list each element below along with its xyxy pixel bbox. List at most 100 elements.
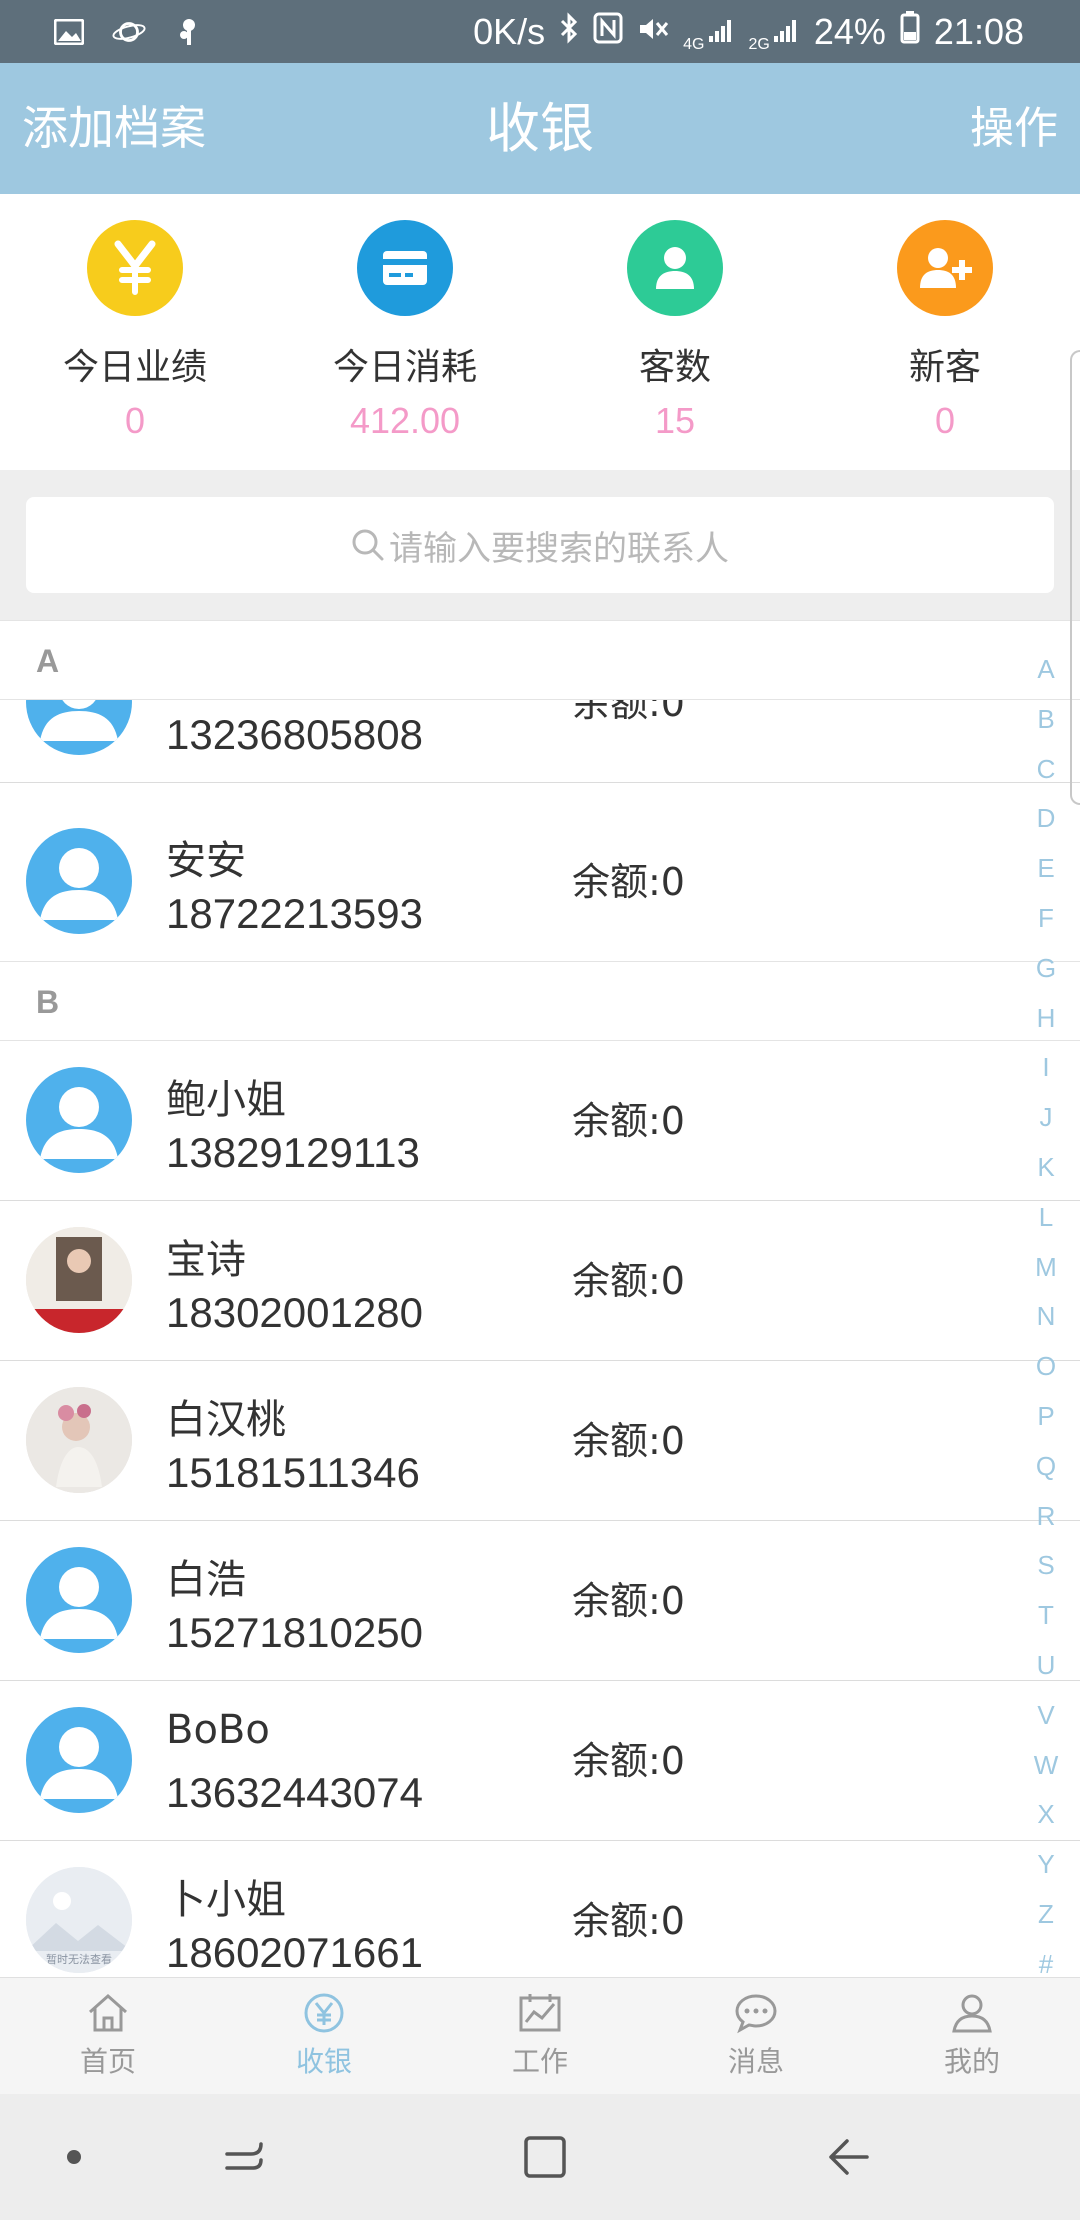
gallery-icon [52,17,86,47]
index-letter[interactable]: R [1037,1492,1056,1542]
contact-phone: 18602071661 [166,1929,423,1973]
scroll-indicator[interactable] [1070,350,1080,805]
app-header: 添加档案 收银 操作 [0,63,1080,194]
index-letter[interactable]: H [1037,994,1056,1044]
avatar [26,828,132,934]
network-2g-label: 2G [748,35,770,53]
contact-phone: 18302001280 [166,1289,423,1333]
stat-today-consumption[interactable]: 今日消耗 412.00 [270,194,540,470]
tab-profile[interactable]: 我的 [864,1978,1080,2094]
tab-home[interactable]: 首页 [0,1978,216,2094]
system-nav-bar [0,2094,1080,2220]
placeholder-image-text: 暂时无法查看 [46,1953,112,1966]
index-letter[interactable]: C [1037,745,1056,795]
search-icon [352,529,384,561]
contact-row[interactable]: 暂时无法查看 卜小姐 18602071661 余额:0 [0,1841,1080,1977]
index-letter[interactable]: P [1037,1392,1054,1442]
contact-balance: 余额:0 [572,1099,685,1143]
tab-label: 首页 [79,2045,136,2078]
contact-name: 宝诗 [166,1237,246,1283]
stat-today-performance[interactable]: 今日业绩 0 [0,194,270,470]
index-letter[interactable]: K [1037,1143,1054,1193]
contact-phone: 13236805808 [166,711,423,755]
index-letter[interactable]: F [1038,894,1054,944]
index-letter[interactable]: J [1040,1093,1053,1143]
stat-new-customer[interactable]: 新客 0 [810,194,1080,470]
contact-row[interactable]: 白汉桃 15181511346 余额:0 [0,1361,1080,1521]
search-input[interactable]: 请输入要搜索的联系人 [26,497,1054,593]
recent-apps-icon[interactable] [214,2094,274,2220]
index-letter[interactable]: S [1037,1541,1054,1591]
index-letter[interactable]: E [1037,844,1054,894]
index-letter[interactable]: A [1037,645,1054,695]
photo-avatar [26,1227,132,1333]
stat-customer-count[interactable]: 客数 15 [540,194,810,470]
network-4g-label: 4G [683,35,705,53]
index-letter[interactable]: X [1037,1790,1054,1840]
contact-row[interactable]: 安安 18722213593 余额:0 [0,802,1080,962]
index-letter[interactable]: L [1039,1193,1053,1243]
contact-name: 鲍小姐 [166,1077,286,1123]
contact-row[interactable]: 宝诗 18302001280 余额:0 [0,1201,1080,1361]
index-letter[interactable]: O [1036,1342,1056,1392]
index-letter[interactable]: G [1036,944,1056,994]
contact-name: 安安 [166,838,246,884]
index-letter[interactable]: M [1035,1243,1057,1293]
tab-messages[interactable]: 消息 [648,1978,864,2094]
status-bar: 0K/s 4G 2G 24% 21:08 [0,0,1080,63]
avatar [26,1707,132,1813]
mute-icon [637,11,669,53]
tab-label: 工作 [511,2045,568,2078]
stat-value: 15 [654,400,696,441]
index-letter[interactable]: T [1038,1591,1054,1641]
contact-balance: 余额:0 [572,860,685,904]
index-letter[interactable]: N [1037,1292,1056,1342]
contact-row[interactable]: 白浩 15271810250 余额:0 [0,1521,1080,1681]
add-record-button[interactable]: 添加档案 [22,63,206,194]
network-speed: 0K/s [473,10,546,52]
bottom-tab-bar: 首页 收银 工作 消息 我的 [0,1977,1080,2094]
contact-row[interactable]: BoBo 13632443074 余额:0 [0,1681,1080,1841]
stats-panel: 今日业绩 0 今日消耗 412.00 客数 15 新客 0 [0,194,1080,470]
index-letter[interactable]: Z [1038,1890,1054,1940]
stat-label: 客数 [638,347,711,388]
bluetooth-icon [559,11,579,53]
placeholder-avatar: 暂时无法查看 [26,1867,132,1973]
back-icon[interactable] [818,2094,878,2220]
person-icon [627,220,723,316]
stat-value: 412.00 [349,400,461,441]
home-square-icon[interactable] [515,2094,575,2220]
yen-icon [87,220,183,316]
section-header-b: B [0,961,1080,1041]
index-letter[interactable]: V [1037,1691,1054,1741]
contact-row[interactable]: 鲍小姐 13829129113 余额:0 [0,1041,1080,1201]
alphabet-index[interactable]: A B C D E F G H I J K L M N O P Q R S T … [1026,645,1066,1979]
index-letter[interactable]: U [1037,1641,1056,1691]
planet-icon [112,17,146,47]
index-letter[interactable]: B [1037,695,1054,745]
stat-label: 新客 [908,347,981,388]
photo-avatar [26,1387,132,1493]
index-letter[interactable]: W [1034,1741,1059,1791]
operate-button[interactable]: 操作 [970,63,1058,194]
signal-2g-icon [772,11,800,53]
contact-list[interactable]: 安琪 13236805808 余额:0 A 安安 18722213593 余额:… [0,620,1080,1977]
contact-balance: 余额:0 [572,1259,685,1303]
index-letter[interactable]: Q [1036,1442,1056,1492]
stat-label: 今日消耗 [332,347,477,388]
index-letter[interactable]: Y [1037,1840,1054,1890]
index-letter[interactable]: I [1042,1043,1049,1093]
clock: 21:08 [933,10,1024,52]
yen-circle-icon [304,1993,344,2033]
tab-label: 收银 [295,2045,352,2078]
card-icon [357,220,453,316]
search-area: 请输入要搜索的联系人 [0,470,1080,620]
index-letter[interactable]: D [1037,794,1056,844]
dot-icon[interactable] [52,2094,96,2220]
contact-phone: 18722213593 [166,890,423,934]
contact-phone: 15181511346 [166,1449,420,1493]
contact-name: 白汉桃 [166,1397,286,1443]
tab-cashier[interactable]: 收银 [216,1978,432,2094]
battery-icon [900,10,920,53]
tab-work[interactable]: 工作 [432,1978,648,2094]
